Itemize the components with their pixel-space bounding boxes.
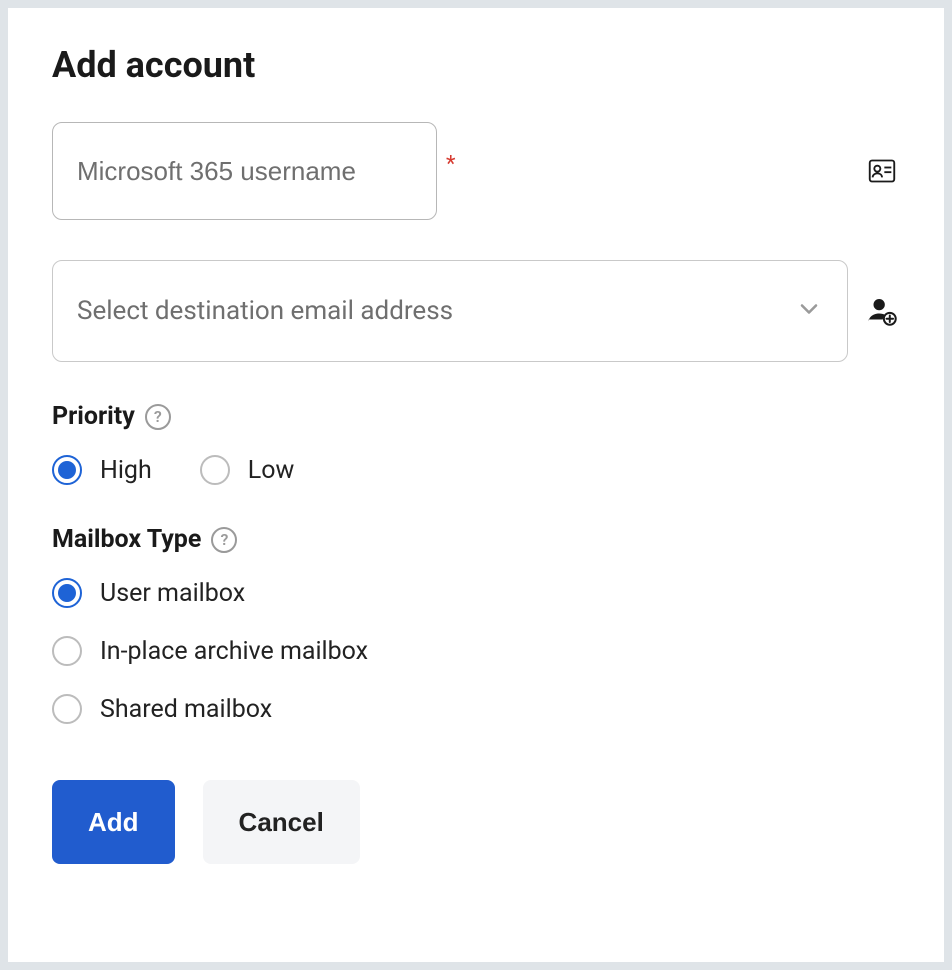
radio-label: High: [100, 456, 152, 485]
radio-icon: [52, 455, 82, 485]
radio-icon: [52, 578, 82, 608]
add-user-icon[interactable]: [864, 293, 900, 329]
add-button[interactable]: Add: [52, 780, 175, 864]
help-icon[interactable]: ?: [145, 404, 171, 430]
mailbox-radio-user[interactable]: User mailbox: [52, 578, 900, 608]
required-indicator: *: [446, 152, 455, 177]
radio-icon: [52, 636, 82, 666]
radio-label: User mailbox: [100, 579, 245, 608]
cancel-button[interactable]: Cancel: [203, 780, 360, 864]
button-row: Add Cancel: [52, 780, 900, 864]
add-account-panel: Add account * Select destination email a…: [8, 8, 944, 962]
mailbox-type-label-text: Mailbox Type: [52, 525, 201, 554]
radio-label: In-place archive mailbox: [100, 637, 368, 666]
priority-label-text: Priority: [52, 402, 135, 431]
username-input-wrap: *: [52, 122, 848, 220]
help-icon[interactable]: ?: [211, 527, 237, 553]
radio-icon: [52, 694, 82, 724]
priority-radio-low[interactable]: Low: [200, 455, 295, 485]
priority-radio-high[interactable]: High: [52, 455, 152, 485]
priority-label: Priority ?: [52, 402, 900, 431]
mailbox-type-label: Mailbox Type ?: [52, 525, 900, 554]
priority-options: High Low: [52, 455, 900, 485]
radio-icon: [200, 455, 230, 485]
mailbox-radio-archive[interactable]: In-place archive mailbox: [52, 636, 900, 666]
username-row: *: [52, 122, 900, 220]
radio-label: Shared mailbox: [100, 695, 272, 724]
mailbox-type-options: User mailbox In-place archive mailbox Sh…: [52, 578, 900, 724]
radio-label: Low: [248, 456, 295, 485]
destination-select[interactable]: Select destination email address: [52, 260, 848, 362]
contact-card-icon[interactable]: [864, 153, 900, 189]
destination-select-placeholder: Select destination email address: [77, 296, 453, 326]
username-input[interactable]: [52, 122, 437, 220]
destination-row: Select destination email address: [52, 260, 900, 362]
mailbox-radio-shared[interactable]: Shared mailbox: [52, 694, 900, 724]
page-title: Add account: [52, 44, 900, 86]
chevron-down-icon: [795, 295, 823, 327]
